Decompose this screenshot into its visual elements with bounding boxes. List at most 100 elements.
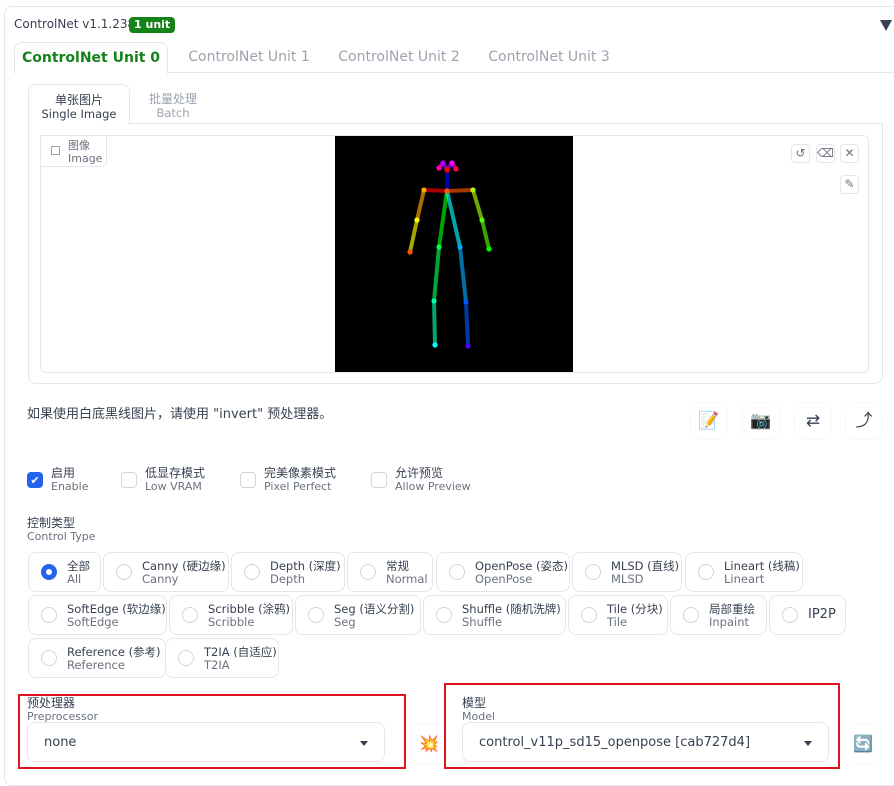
- radio-button[interactable]: [41, 607, 57, 623]
- option-label-en: All: [67, 572, 82, 586]
- option-label-en: MLSD: [611, 572, 644, 586]
- pose-bone: [458, 245, 468, 304]
- checkbox-enable[interactable]: ✔ 启用 Enable: [27, 467, 88, 493]
- radio-button[interactable]: [782, 607, 798, 623]
- eraser-icon[interactable]: ⌫: [816, 144, 835, 163]
- tab-unit-0[interactable]: ControlNet Unit 0: [14, 42, 168, 74]
- chevron-down-icon: [804, 741, 812, 746]
- option-label-en: OpenPose: [475, 572, 533, 586]
- openpose-skeleton: [407, 160, 492, 349]
- checkbox-low-vram[interactable]: 低显存模式 Low VRAM: [121, 467, 205, 493]
- radio-button[interactable]: [244, 564, 260, 580]
- checkbox-enable-en: Enable: [51, 480, 89, 493]
- preprocessor-dropdown[interactable]: none: [27, 722, 385, 762]
- collapse-triangle-icon[interactable]: [880, 20, 892, 31]
- tab-single-image[interactable]: 单张图片 Single Image: [28, 84, 130, 125]
- pose-keypoint: [421, 187, 427, 193]
- tab-batch[interactable]: 批量处理 Batch: [138, 84, 208, 124]
- invert-hint: 如果使用白底黑线图片，请使用 "invert" 预处理器。: [27, 407, 333, 422]
- refresh-models-icon[interactable]: 🔄: [846, 724, 880, 764]
- unit-tabs: ControlNet Unit 0 ControlNet Unit 1 Cont…: [14, 42, 894, 74]
- model-dropdown[interactable]: control_v11p_sd15_openpose [cab727d4]: [462, 722, 829, 762]
- pose-keypoint: [479, 217, 485, 223]
- pose-bone: [432, 299, 437, 347]
- brush-icon[interactable]: ✎: [840, 175, 859, 194]
- control-type-option[interactable]: Seg (语义分割) Seg: [295, 595, 421, 635]
- tab-unit-1[interactable]: ControlNet Unit 1: [174, 42, 324, 73]
- checkbox-allow-preview[interactable]: 允许预览 Allow Preview: [371, 467, 471, 493]
- pose-keypoint: [453, 166, 459, 172]
- radio-button[interactable]: [178, 650, 194, 666]
- radio-button[interactable]: [683, 607, 699, 623]
- close-icon[interactable]: ✕: [840, 144, 859, 163]
- model-value: control_v11p_sd15_openpose [cab727d4]: [479, 735, 751, 750]
- pose-keypoint: [444, 167, 450, 173]
- option-label-en: T2IA: [204, 658, 230, 672]
- pose-keypoint: [457, 244, 463, 250]
- pose-bone: [464, 300, 470, 348]
- model-label-zh: 模型: [462, 696, 487, 710]
- control-type-option[interactable]: Shuffle (随机洗牌) Shuffle: [423, 595, 566, 635]
- control-type-option[interactable]: Canny (硬边缘) Canny: [103, 552, 229, 592]
- radio-button[interactable]: [182, 607, 198, 623]
- edit-icon[interactable]: 📝: [691, 403, 727, 439]
- radio-button[interactable]: [436, 607, 452, 623]
- radio-button[interactable]: [449, 564, 465, 580]
- preprocessor-label-zh: 预处理器: [27, 696, 76, 710]
- tab-batch-zh: 批量处理: [148, 92, 197, 106]
- radio-button[interactable]: [41, 650, 57, 666]
- option-label-en: Shuffle: [462, 615, 503, 629]
- control-type-label: 控制类型 Control Type: [27, 516, 96, 544]
- pose-bone: [471, 188, 484, 222]
- preprocessor-label: 预处理器 Preprocessor: [27, 696, 98, 724]
- radio-button[interactable]: [116, 564, 132, 580]
- radio-button[interactable]: [581, 607, 597, 623]
- pose-keypoint: [432, 342, 438, 348]
- radio-button[interactable]: [360, 564, 376, 580]
- checkbox-allow-preview-box[interactable]: [371, 472, 387, 488]
- checkbox-low-vram-en: Low VRAM: [145, 480, 202, 493]
- pose-keypoint: [436, 165, 442, 171]
- tab-single-image-zh: 单张图片: [54, 93, 103, 107]
- control-type-option[interactable]: Scribble (涂鸦) Scribble: [169, 595, 293, 635]
- checkbox-low-vram-box[interactable]: [121, 472, 137, 488]
- tab-unit-2[interactable]: ControlNet Unit 2: [324, 42, 474, 73]
- pose-bone: [445, 189, 462, 249]
- control-type-option[interactable]: SoftEdge (软边缘) SoftEdge: [28, 595, 167, 635]
- control-type-option[interactable]: 全部 All: [28, 552, 101, 592]
- control-type-option[interactable]: Tile (分块) Tile: [568, 595, 668, 635]
- checkbox-pixel-perfect-box[interactable]: [240, 472, 256, 488]
- swap-icon[interactable]: ⇄: [795, 403, 831, 439]
- option-label-en: Scribble: [208, 615, 255, 629]
- control-type-option[interactable]: T2IA (自适应) T2IA: [165, 638, 279, 678]
- camera-icon[interactable]: 📷: [743, 403, 779, 439]
- radio-button[interactable]: [585, 564, 601, 580]
- control-type-label-en: Control Type: [27, 530, 96, 543]
- image-label: 图像 Image: [40, 135, 107, 167]
- control-type-label-zh: 控制类型: [27, 516, 76, 530]
- checkbox-enable-zh: 启用: [51, 466, 76, 480]
- run-preprocessor-icon[interactable]: 💥: [412, 724, 446, 764]
- undo-icon[interactable]: ↺: [791, 144, 810, 163]
- control-type-option[interactable]: OpenPose (姿态) OpenPose: [436, 552, 570, 592]
- checkbox-pixel-perfect[interactable]: 完美像素模式 Pixel Perfect: [240, 467, 336, 493]
- radio-button[interactable]: [41, 564, 57, 580]
- checkbox-enable-box[interactable]: ✔: [27, 472, 43, 488]
- option-label-en: Reference: [67, 658, 125, 672]
- send-dimensions-icon[interactable]: ⤴: [846, 403, 882, 439]
- option-label-zh: IP2P: [808, 607, 836, 622]
- model-label: 模型 Model: [462, 696, 495, 724]
- option-label-en: SoftEdge: [67, 615, 119, 629]
- control-type-option[interactable]: IP2P: [769, 595, 846, 635]
- radio-button[interactable]: [698, 564, 714, 580]
- control-type-option[interactable]: MLSD (直线) MLSD: [572, 552, 682, 592]
- radio-button[interactable]: [308, 607, 324, 623]
- control-type-option[interactable]: 常规 Normal: [347, 552, 433, 592]
- checkbox-allow-preview-en: Allow Preview: [395, 480, 471, 493]
- tab-unit-3[interactable]: ControlNet Unit 3: [474, 42, 624, 73]
- control-type-option[interactable]: 局部重绘 Inpaint: [670, 595, 767, 635]
- checkbox-low-vram-zh: 低显存模式: [145, 466, 206, 480]
- control-type-option[interactable]: Lineart (线稿) Lineart: [685, 552, 803, 592]
- control-type-option[interactable]: Depth (深度) Depth: [231, 552, 345, 592]
- control-type-option[interactable]: Reference (参考) Reference: [28, 638, 166, 678]
